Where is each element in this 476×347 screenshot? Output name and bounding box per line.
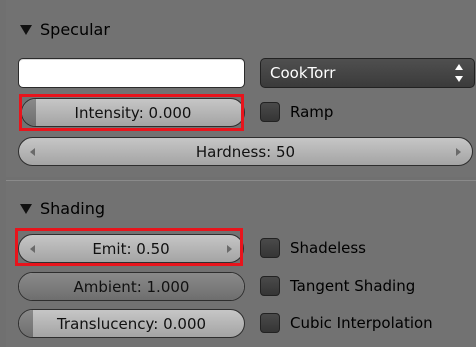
specular-shader-dropdown[interactable]: CookTorr [260,58,475,88]
tangent-shading-label: Tangent Shading [290,277,416,295]
tangent-shading-toggle[interactable]: Tangent Shading [260,276,415,296]
cubic-interpolation-checkbox[interactable] [260,313,280,333]
specular-color-swatch[interactable] [18,58,245,88]
dropdown-arrows-icon [455,64,463,82]
ramp-toggle[interactable]: Ramp [260,102,333,122]
increment-arrow-icon[interactable] [227,245,232,253]
shadeless-toggle[interactable]: Shadeless [260,238,366,258]
ambient-slider[interactable]: Ambient: 1.000 [18,272,245,301]
specular-panel: Specular CookTorr Intensity: 0.000 Ramp … [6,0,476,177]
specular-panel-header[interactable]: Specular [20,18,110,40]
collapse-triangle-icon [20,24,32,35]
collapse-triangle-icon [20,203,32,214]
tangent-shading-checkbox[interactable] [260,276,280,296]
cubic-interpolation-label: Cubic Interpolation [290,314,433,332]
shading-panel-header[interactable]: Shading [20,197,105,219]
cubic-interpolation-toggle[interactable]: Cubic Interpolation [260,313,433,333]
intensity-slider-label: Intensity: 0.000 [74,103,192,122]
translucency-slider-fill [19,310,33,337]
hardness-slider-label: Hardness: 50 [195,142,296,161]
ramp-checkbox[interactable] [260,102,280,122]
specular-panel-title: Specular [40,19,110,39]
ramp-label: Ramp [290,103,334,121]
shadeless-label: Shadeless [290,239,366,257]
decrement-arrow-icon[interactable] [30,148,35,156]
increment-arrow-icon[interactable] [456,148,461,156]
translucency-slider-label: Translucency: 0.000 [56,314,207,333]
emit-slider-label: Emit: 0.50 [92,239,170,258]
specular-shader-value: CookTorr [270,64,336,82]
hardness-slider[interactable]: Hardness: 50 [18,137,473,166]
translucency-slider[interactable]: Translucency: 0.000 [18,309,245,338]
shading-panel-title: Shading [40,198,105,218]
ambient-slider-label: Ambient: 1.000 [73,277,190,296]
shadeless-checkbox[interactable] [260,238,280,258]
decrement-arrow-icon[interactable] [30,245,35,253]
